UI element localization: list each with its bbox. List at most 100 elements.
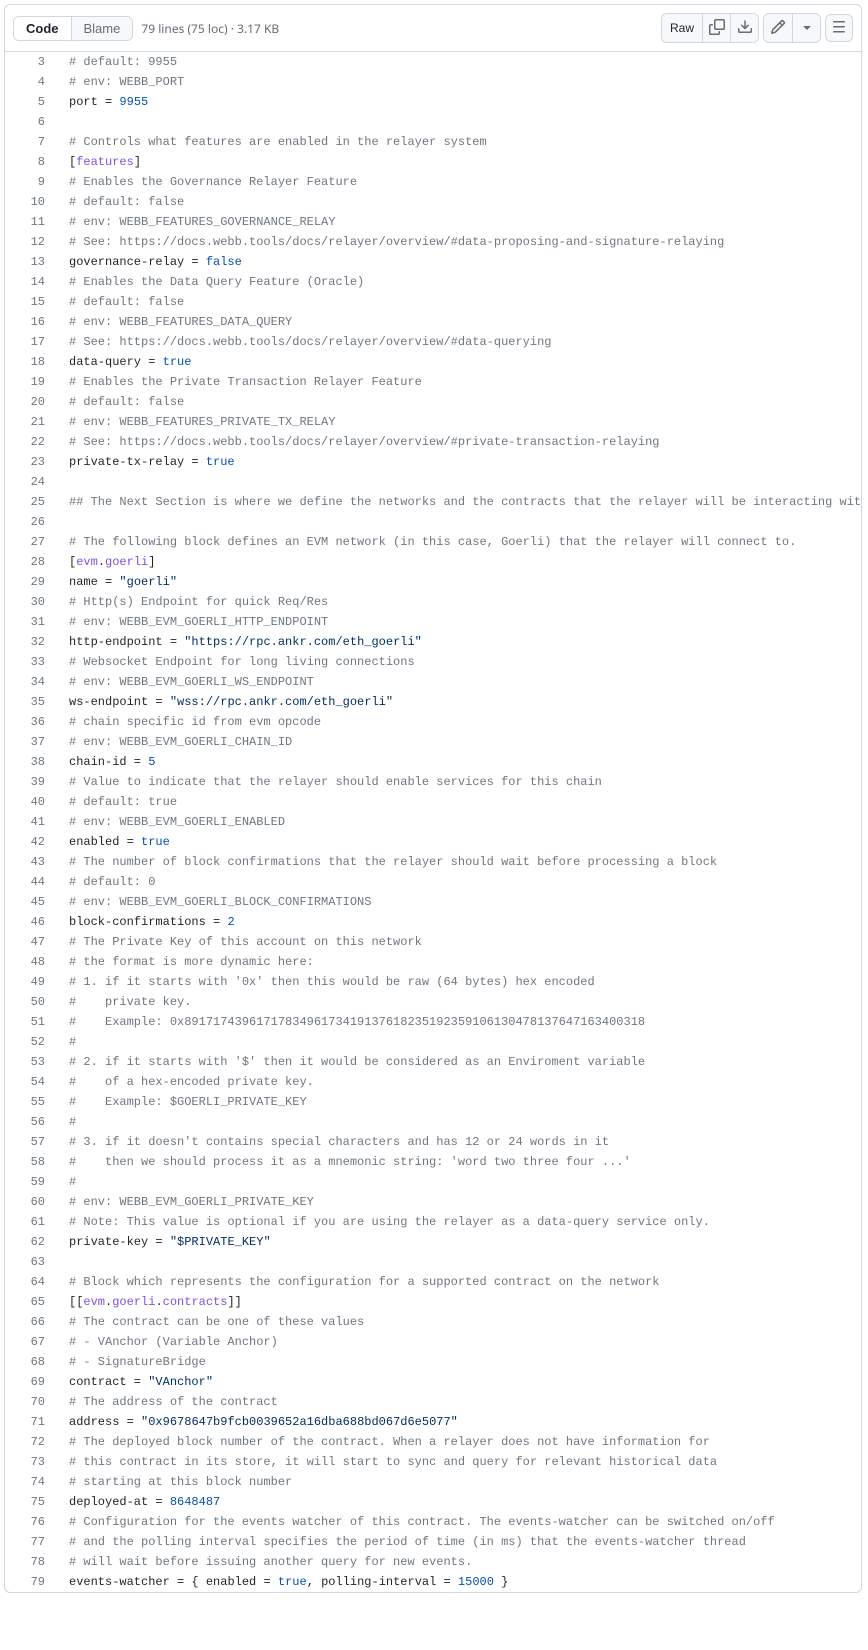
code-line[interactable]: 40# default: true bbox=[5, 792, 861, 812]
line-number[interactable]: 12 bbox=[5, 232, 63, 252]
code-line[interactable]: 69contract = "VAnchor" bbox=[5, 1372, 861, 1392]
line-number[interactable]: 32 bbox=[5, 632, 63, 652]
line-number[interactable]: 9 bbox=[5, 172, 63, 192]
code-tab[interactable]: Code bbox=[14, 17, 71, 40]
code-line[interactable]: 18data-query = true bbox=[5, 352, 861, 372]
line-number[interactable]: 63 bbox=[5, 1252, 63, 1272]
code-line[interactable]: 72# The deployed block number of the con… bbox=[5, 1432, 861, 1452]
line-number[interactable]: 54 bbox=[5, 1072, 63, 1092]
line-number[interactable]: 4 bbox=[5, 72, 63, 92]
line-number[interactable]: 62 bbox=[5, 1232, 63, 1252]
code-line[interactable]: 46block-confirmations = 2 bbox=[5, 912, 861, 932]
line-number[interactable]: 37 bbox=[5, 732, 63, 752]
line-number[interactable]: 22 bbox=[5, 432, 63, 452]
code-line[interactable]: 24 bbox=[5, 472, 861, 492]
code-line[interactable]: 71address = "0x9678647b9fcb0039652a16dba… bbox=[5, 1412, 861, 1432]
line-number[interactable]: 43 bbox=[5, 852, 63, 872]
line-number[interactable]: 29 bbox=[5, 572, 63, 592]
edit-dropdown-button[interactable] bbox=[792, 14, 820, 42]
line-number[interactable]: 16 bbox=[5, 312, 63, 332]
line-number[interactable]: 26 bbox=[5, 512, 63, 532]
code-line[interactable]: 79events-watcher = { enabled = true, pol… bbox=[5, 1572, 861, 1592]
code-line[interactable]: 20# default: false bbox=[5, 392, 861, 412]
code-line[interactable]: 39# Value to indicate that the relayer s… bbox=[5, 772, 861, 792]
line-number[interactable]: 65 bbox=[5, 1292, 63, 1312]
code-line[interactable]: 48# the format is more dynamic here: bbox=[5, 952, 861, 972]
line-number[interactable]: 30 bbox=[5, 592, 63, 612]
blame-tab[interactable]: Blame bbox=[71, 17, 133, 40]
code-line[interactable]: 10# default: false bbox=[5, 192, 861, 212]
code-line[interactable]: 23private-tx-relay = true bbox=[5, 452, 861, 472]
code-line[interactable]: 16# env: WEBB_FEATURES_DATA_QUERY bbox=[5, 312, 861, 332]
code-line[interactable]: 57# 3. if it doesn't contains special ch… bbox=[5, 1132, 861, 1152]
code-line[interactable]: 32http-endpoint = "https://rpc.ankr.com/… bbox=[5, 632, 861, 652]
code-line[interactable]: 27# The following block defines an EVM n… bbox=[5, 532, 861, 552]
code-line[interactable]: 42enabled = true bbox=[5, 832, 861, 852]
line-number[interactable]: 61 bbox=[5, 1212, 63, 1232]
code-line[interactable]: 76# Configuration for the events watcher… bbox=[5, 1512, 861, 1532]
line-number[interactable]: 78 bbox=[5, 1552, 63, 1572]
code-line[interactable]: 68# - SignatureBridge bbox=[5, 1352, 861, 1372]
code-line[interactable]: 44# default: 0 bbox=[5, 872, 861, 892]
code-line[interactable]: 36# chain specific id from evm opcode bbox=[5, 712, 861, 732]
code-line[interactable]: 12# See: https://docs.webb.tools/docs/re… bbox=[5, 232, 861, 252]
code-line[interactable]: 59# bbox=[5, 1172, 861, 1192]
line-number[interactable]: 34 bbox=[5, 672, 63, 692]
code-line[interactable]: 21# env: WEBB_FEATURES_PRIVATE_TX_RELAY bbox=[5, 412, 861, 432]
code-line[interactable]: 54# of a hex-encoded private key. bbox=[5, 1072, 861, 1092]
line-number[interactable]: 33 bbox=[5, 652, 63, 672]
code-line[interactable]: 67# - VAnchor (Variable Anchor) bbox=[5, 1332, 861, 1352]
symbols-button[interactable] bbox=[825, 14, 853, 42]
line-number[interactable]: 56 bbox=[5, 1112, 63, 1132]
line-number[interactable]: 44 bbox=[5, 872, 63, 892]
line-number[interactable]: 71 bbox=[5, 1412, 63, 1432]
code-line[interactable]: 78# will wait before issuing another que… bbox=[5, 1552, 861, 1572]
code-line[interactable]: 34# env: WEBB_EVM_GOERLI_WS_ENDPOINT bbox=[5, 672, 861, 692]
code-line[interactable]: 13governance-relay = false bbox=[5, 252, 861, 272]
code-line[interactable]: 51# Example: 0x8917174396171783496173419… bbox=[5, 1012, 861, 1032]
line-number[interactable]: 10 bbox=[5, 192, 63, 212]
line-number[interactable]: 28 bbox=[5, 552, 63, 572]
line-number[interactable]: 13 bbox=[5, 252, 63, 272]
code-line[interactable]: 4# env: WEBB_PORT bbox=[5, 72, 861, 92]
line-number[interactable]: 17 bbox=[5, 332, 63, 352]
raw-button[interactable]: Raw bbox=[662, 14, 702, 42]
code-line[interactable]: 8[features] bbox=[5, 152, 861, 172]
code-line[interactable]: 55# Example: $GOERLI_PRIVATE_KEY bbox=[5, 1092, 861, 1112]
line-number[interactable]: 46 bbox=[5, 912, 63, 932]
line-number[interactable]: 14 bbox=[5, 272, 63, 292]
line-number[interactable]: 77 bbox=[5, 1532, 63, 1552]
line-number[interactable]: 39 bbox=[5, 772, 63, 792]
line-number[interactable]: 47 bbox=[5, 932, 63, 952]
code-line[interactable]: 3# default: 9955 bbox=[5, 52, 861, 72]
code-line[interactable]: 64# Block which represents the configura… bbox=[5, 1272, 861, 1292]
line-number[interactable]: 20 bbox=[5, 392, 63, 412]
line-number[interactable]: 55 bbox=[5, 1092, 63, 1112]
line-number[interactable]: 40 bbox=[5, 792, 63, 812]
code-line[interactable]: 30# Http(s) Endpoint for quick Req/Res bbox=[5, 592, 861, 612]
code-line[interactable]: 43# The number of block confirmations th… bbox=[5, 852, 861, 872]
line-number[interactable]: 27 bbox=[5, 532, 63, 552]
line-number[interactable]: 67 bbox=[5, 1332, 63, 1352]
line-number[interactable]: 72 bbox=[5, 1432, 63, 1452]
code-line[interactable]: 19# Enables the Private Transaction Rela… bbox=[5, 372, 861, 392]
code-line[interactable]: 58# then we should process it as a mnemo… bbox=[5, 1152, 861, 1172]
code-line[interactable]: 70# The address of the contract bbox=[5, 1392, 861, 1412]
line-number[interactable]: 38 bbox=[5, 752, 63, 772]
line-number[interactable]: 76 bbox=[5, 1512, 63, 1532]
line-number[interactable]: 52 bbox=[5, 1032, 63, 1052]
code-line[interactable]: 47# The Private Key of this account on t… bbox=[5, 932, 861, 952]
line-number[interactable]: 57 bbox=[5, 1132, 63, 1152]
line-number[interactable]: 24 bbox=[5, 472, 63, 492]
code-line[interactable]: 60# env: WEBB_EVM_GOERLI_PRIVATE_KEY bbox=[5, 1192, 861, 1212]
line-number[interactable]: 50 bbox=[5, 992, 63, 1012]
line-number[interactable]: 15 bbox=[5, 292, 63, 312]
line-number[interactable]: 8 bbox=[5, 152, 63, 172]
code-line[interactable]: 63 bbox=[5, 1252, 861, 1272]
code-content-area[interactable]: 3# default: 99554# env: WEBB_PORT5port =… bbox=[5, 52, 861, 1592]
line-number[interactable]: 74 bbox=[5, 1472, 63, 1492]
line-number[interactable]: 79 bbox=[5, 1572, 63, 1592]
code-line[interactable]: 5port = 9955 bbox=[5, 92, 861, 112]
line-number[interactable]: 23 bbox=[5, 452, 63, 472]
line-number[interactable]: 11 bbox=[5, 212, 63, 232]
